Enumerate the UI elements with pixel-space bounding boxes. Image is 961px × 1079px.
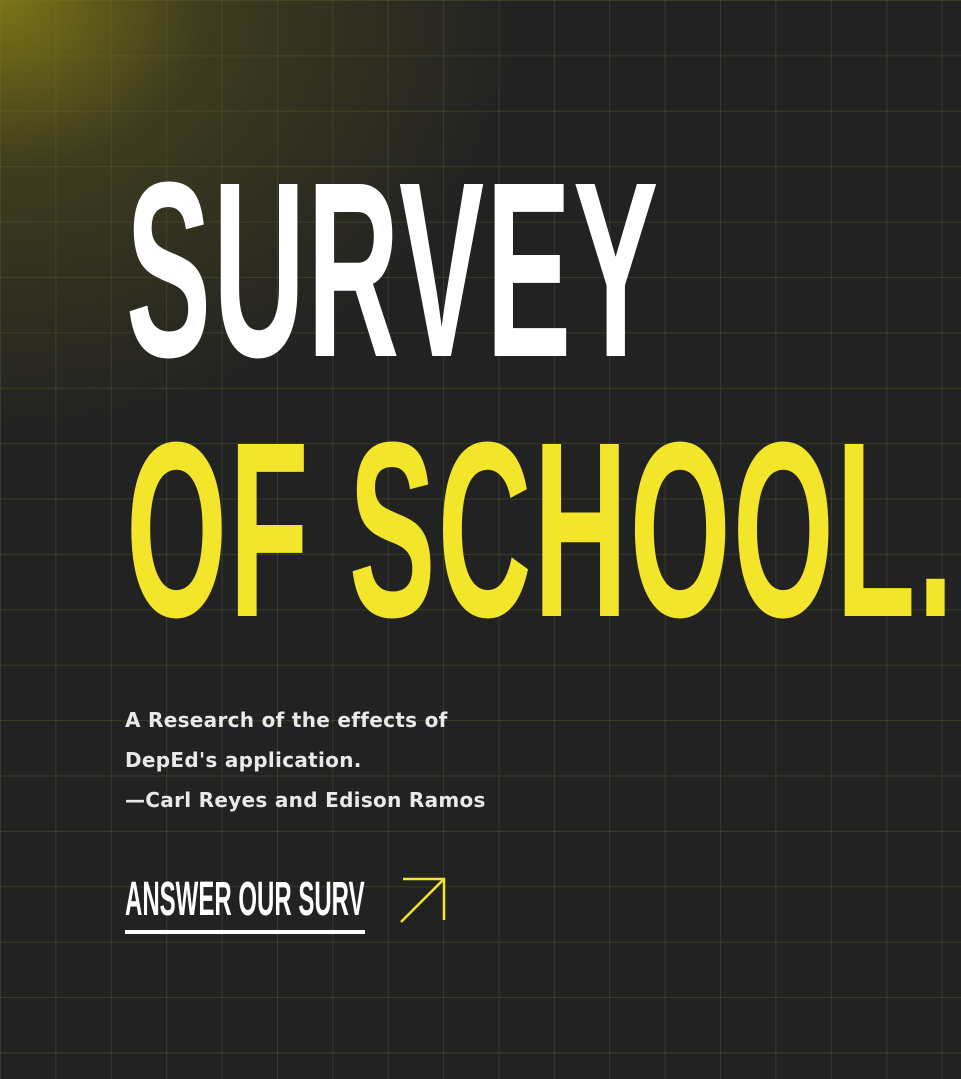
hero-description: A Research of the effects of DepEd's app… <box>125 700 625 820</box>
arrow-up-right-icon[interactable] <box>399 876 447 924</box>
answer-survey-underline[interactable]: ANSWER OUR SURVEY NOW <box>125 872 365 934</box>
hero-title-line-1: SURVEY <box>126 130 661 409</box>
answer-survey-label[interactable]: ANSWER OUR SURVEY NOW <box>125 872 365 928</box>
description-authors: —Carl Reyes and Edison Ramos <box>125 788 486 812</box>
hero-title: SURVEY OF SCHOOL. <box>126 130 956 669</box>
hero-title-line-2: OF SCHOOL. <box>126 390 956 669</box>
description-line-1: A Research of the effects of <box>125 708 448 732</box>
answer-survey-link[interactable]: ANSWER OUR SURVEY NOW <box>125 872 447 936</box>
description-line-2: DepEd's application. <box>125 748 362 772</box>
